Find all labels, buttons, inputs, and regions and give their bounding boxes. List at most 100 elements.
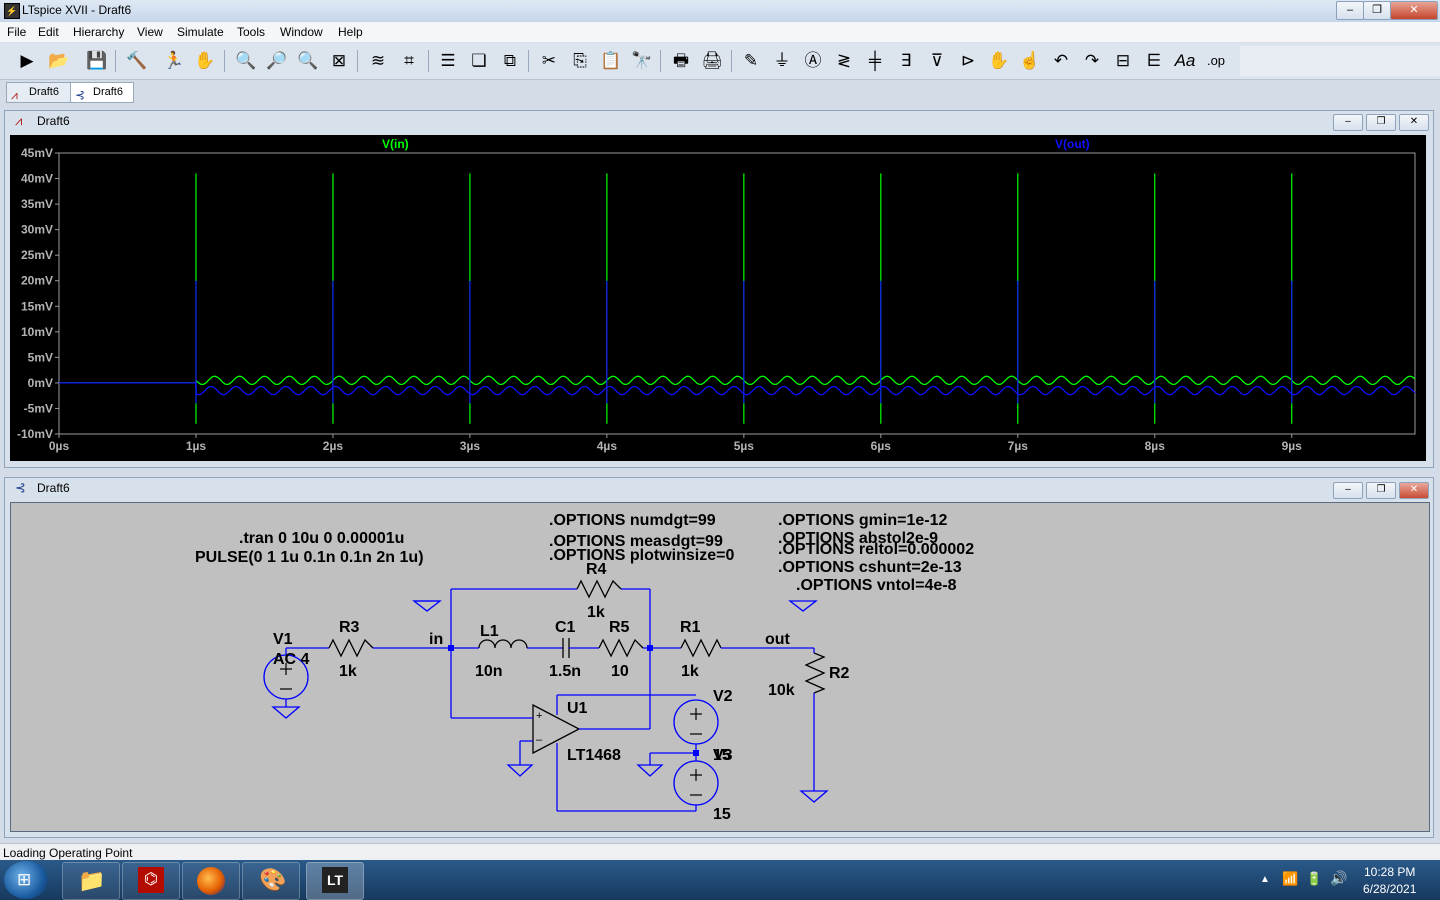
- volume-icon[interactable]: 🔊: [1330, 870, 1347, 887]
- capacitor-icon[interactable]: ╪: [863, 49, 887, 73]
- print-setup-icon[interactable]: 🖨: [700, 49, 724, 73]
- new-schematic-icon[interactable]: ▶: [15, 49, 39, 73]
- waveform-minimize-button[interactable]: –: [1333, 114, 1363, 131]
- schematic-minimize-button[interactable]: –: [1333, 482, 1363, 499]
- options-cshunt[interactable]: .OPTIONS cshunt=2e-13: [778, 559, 962, 576]
- r1-label[interactable]: R1: [680, 619, 701, 636]
- save-icon[interactable]: 💾: [85, 49, 109, 73]
- v1-label[interactable]: V1: [273, 631, 293, 648]
- tile-vertical-icon[interactable]: ⧉: [498, 49, 522, 73]
- schematic-drawing[interactable]: .tran 0 10u 0 0.00001u PULSE(0 1 1u 0.1n…: [11, 503, 1429, 831]
- r4-label[interactable]: R4: [586, 561, 607, 578]
- r4-symbol[interactable]: [576, 579, 622, 599]
- acrobat-taskbar-button[interactable]: ⌬: [122, 862, 180, 900]
- v3-label[interactable]: V3: [713, 747, 733, 764]
- options-reltol[interactable]: .OPTIONS reltol=0.000002: [778, 541, 974, 558]
- net-label-out[interactable]: out: [765, 631, 791, 648]
- menu-help[interactable]: Help: [338, 25, 363, 39]
- c1-value[interactable]: 1.5n: [549, 663, 581, 680]
- show-hidden-icons-icon[interactable]: ▲: [1260, 874, 1270, 885]
- r5-symbol[interactable]: [598, 638, 644, 658]
- tran-directive[interactable]: .tran 0 10u 0 0.00001u: [239, 530, 404, 547]
- paste-icon[interactable]: 📋: [599, 49, 623, 73]
- trace-label-vin[interactable]: V(in): [382, 137, 409, 151]
- run-icon[interactable]: 🏃: [162, 49, 186, 73]
- grid-icon[interactable]: ⌗: [397, 49, 421, 73]
- options-numdgt[interactable]: .OPTIONS numdgt=99: [549, 512, 716, 529]
- drag-hand-icon[interactable]: ☝: [1018, 49, 1042, 73]
- inductor-icon[interactable]: ∃: [894, 49, 918, 73]
- spice-directive-icon[interactable]: .op: [1204, 49, 1228, 73]
- u1-label[interactable]: U1: [567, 700, 588, 717]
- draw-wire-icon[interactable]: ✎: [739, 49, 763, 73]
- r3-value[interactable]: 1k: [339, 663, 357, 680]
- menu-hierarchy[interactable]: Hierarchy: [73, 25, 124, 39]
- ground-symbol[interactable]: [799, 790, 829, 803]
- r1-symbol[interactable]: [680, 638, 722, 658]
- ground-symbol[interactable]: [788, 600, 818, 612]
- c1-label[interactable]: C1: [555, 619, 576, 636]
- open-folder-icon[interactable]: 📂: [47, 49, 71, 73]
- clock-date[interactable]: 6/28/2021: [1363, 882, 1416, 896]
- ground-icon[interactable]: ⏚: [770, 49, 794, 73]
- redo-icon[interactable]: ↷: [1080, 49, 1104, 73]
- component-icon[interactable]: ⊳: [956, 49, 980, 73]
- maximize-button[interactable]: ❐: [1363, 1, 1391, 20]
- menu-window[interactable]: Window: [280, 25, 323, 39]
- mirror-icon[interactable]: ⋿: [1142, 49, 1166, 73]
- battery-icon[interactable]: 🔋: [1306, 871, 1322, 887]
- rotate-icon[interactable]: ⊟: [1111, 49, 1135, 73]
- resistor-icon[interactable]: ≷: [832, 49, 856, 73]
- trace-line-vout[interactable]: [59, 382, 1416, 396]
- control-panel-icon[interactable]: 🔨: [125, 49, 149, 73]
- ltspice-taskbar-button[interactable]: LT: [306, 862, 364, 900]
- menu-tools[interactable]: Tools: [237, 25, 265, 39]
- ground-symbol[interactable]: [506, 764, 534, 777]
- v1-value[interactable]: AC 4: [273, 651, 310, 668]
- cascade-icon[interactable]: ❏: [467, 49, 491, 73]
- l1-symbol[interactable]: [478, 639, 528, 649]
- l1-value[interactable]: 10n: [475, 663, 503, 680]
- schematic-canvas[interactable]: .tran 0 10u 0 0.00001u PULSE(0 1 1u 0.1n…: [10, 502, 1430, 832]
- r3-symbol[interactable]: [328, 638, 374, 658]
- print-icon[interactable]: 🖶: [669, 49, 693, 73]
- clock-time[interactable]: 10:28 PM: [1364, 865, 1415, 879]
- copy-icon[interactable]: ⎘: [568, 49, 592, 73]
- undo-icon[interactable]: ↶: [1049, 49, 1073, 73]
- waveform-plot-area[interactable]: 45mV 40mV 35mV 30mV 25mV 20mV 15mV 10mV 5mV 0mV -5…: [10, 135, 1426, 461]
- v3-value[interactable]: 15: [713, 806, 731, 823]
- r2-value[interactable]: 10k: [768, 682, 795, 699]
- ground-symbol[interactable]: [271, 706, 301, 719]
- waveform-maximize-button[interactable]: ❐: [1366, 114, 1396, 131]
- network-icon[interactable]: 📶: [1282, 871, 1298, 887]
- r2-symbol[interactable]: [804, 652, 826, 694]
- minimize-button[interactable]: –: [1336, 1, 1364, 20]
- pan-icon[interactable]: 🔎: [265, 49, 289, 73]
- firefox-taskbar-button[interactable]: [182, 862, 240, 900]
- tab-schematic[interactable]: ⊰ Draft6: [70, 82, 134, 103]
- diode-icon[interactable]: ⊽: [925, 49, 949, 73]
- close-button[interactable]: ✕: [1390, 1, 1438, 20]
- ground-symbol[interactable]: [636, 764, 664, 777]
- menu-file[interactable]: File: [7, 25, 26, 39]
- explorer-taskbar-button[interactable]: 📁: [62, 862, 120, 900]
- zoom-out-icon[interactable]: 🔍: [296, 49, 320, 73]
- menu-view[interactable]: View: [137, 25, 163, 39]
- r3-label[interactable]: R3: [339, 619, 360, 636]
- u1-value[interactable]: LT1468: [567, 747, 621, 764]
- v2-symbol[interactable]: [673, 699, 719, 745]
- r2-label[interactable]: R2: [829, 665, 850, 682]
- waveform-chart[interactable]: 45mV 40mV 35mV 30mV 25mV 20mV 15mV 10mV 5mV 0mV -5…: [10, 135, 1426, 461]
- trace-line-vin[interactable]: [59, 375, 1416, 386]
- zoom-fit-icon[interactable]: ⊠: [327, 49, 351, 73]
- ground-symbol[interactable]: [412, 600, 442, 612]
- menu-simulate[interactable]: Simulate: [177, 25, 224, 39]
- net-label-in[interactable]: in: [429, 631, 443, 648]
- find-icon[interactable]: 🔭: [630, 49, 654, 73]
- v3-symbol[interactable]: [673, 760, 719, 806]
- text-icon[interactable]: Aa: [1173, 49, 1197, 73]
- pulse-value[interactable]: PULSE(0 1 1u 0.1n 0.1n 2n 1u): [195, 549, 424, 566]
- waveform-close-button[interactable]: ✕: [1399, 114, 1429, 131]
- autorange-icon[interactable]: ≋: [366, 49, 390, 73]
- label-net-icon[interactable]: Ⓐ: [801, 49, 825, 73]
